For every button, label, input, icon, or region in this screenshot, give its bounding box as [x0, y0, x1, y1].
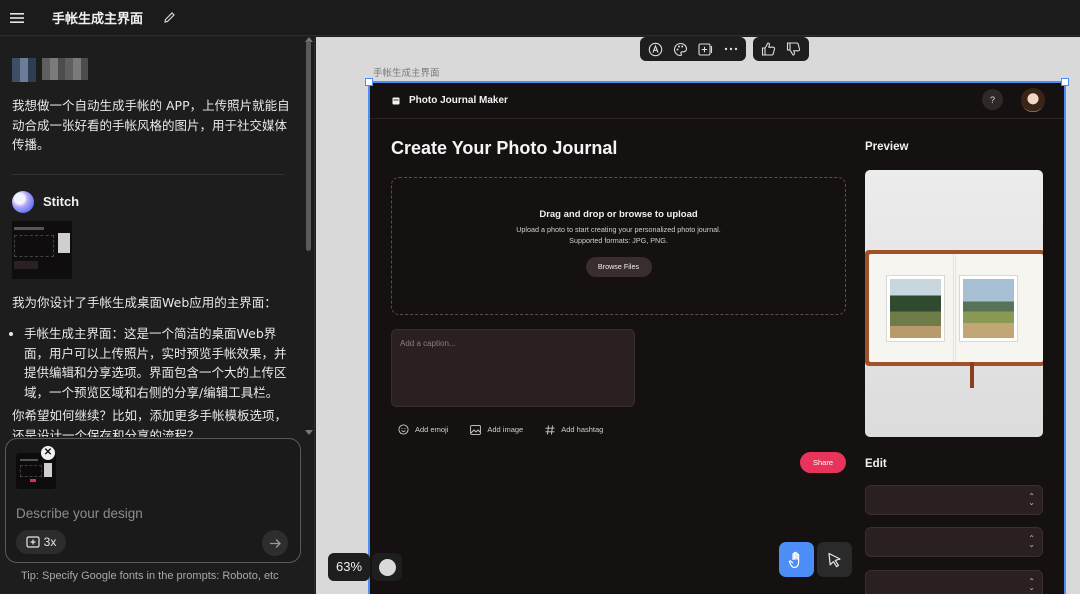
- user-identity: [12, 58, 293, 82]
- open-journal-illustration: [865, 250, 1043, 366]
- remove-attachment-icon[interactable]: ✕: [41, 446, 55, 460]
- design-canvas[interactable]: 手帐生成主界面 Photo Journal Maker ? Create You…: [316, 37, 1080, 594]
- edit-select-1[interactable]: ⌃ ⌄: [865, 485, 1043, 515]
- toolbar-edit-group: [640, 37, 746, 61]
- select-chevrons-icon: ⌃ ⌄: [1028, 492, 1035, 507]
- theme-toggle[interactable]: [372, 553, 402, 581]
- resize-handle-top-left[interactable]: [365, 78, 373, 86]
- palette-icon[interactable]: [668, 37, 693, 61]
- thumbs-up-icon[interactable]: [756, 37, 781, 61]
- dropzone-formats: Supported formats: JPG, PNG.: [569, 236, 668, 245]
- journal-photo-right: [960, 276, 1017, 341]
- send-button[interactable]: [262, 530, 288, 556]
- add-hashtag-button[interactable]: Add hashtag: [545, 424, 603, 435]
- user-message: 我想做一个自动生成手帐的 APP，上传照片就能自动合成一张好看的手帐风格的图片，…: [12, 98, 290, 152]
- screen-frame[interactable]: Photo Journal Maker ? Create Your Photo …: [368, 81, 1066, 594]
- emoji-icon: [398, 424, 409, 435]
- font-icon[interactable]: [643, 37, 668, 61]
- variants-button[interactable]: 3x: [16, 530, 66, 554]
- caption-tools: Add emoji Add image Add hashtag: [398, 424, 603, 435]
- add-image-button[interactable]: Add image: [470, 424, 523, 435]
- add-screen-icon[interactable]: [693, 37, 718, 61]
- bot-identity: Stitch: [12, 190, 293, 213]
- project-title: 手帐生成主界面: [52, 12, 144, 27]
- user-name-blurred: [42, 58, 88, 80]
- bot-question: 你希望如何继续？比如，添加更多手帐模板选项，还是设计一个保存和分享的流程？: [12, 408, 288, 437]
- bot-intro: 我为你设计了手帐生成桌面Web应用的主界面：: [12, 294, 277, 310]
- select-chevrons-icon: ⌃ ⌄: [1028, 534, 1035, 549]
- toolbar-feedback-group: [753, 37, 809, 61]
- share-button[interactable]: Share: [800, 452, 846, 473]
- stitch-avatar: [12, 190, 34, 213]
- journal-preview: [865, 170, 1043, 437]
- hand-tool-button[interactable]: [779, 542, 814, 577]
- upload-dropzone[interactable]: Drag and drop or browse to upload Upload…: [391, 177, 846, 315]
- design-thumbnail[interactable]: [12, 220, 72, 279]
- cursor-icon: [828, 552, 841, 567]
- journal-photo-left: [887, 276, 944, 341]
- caption-box[interactable]: [391, 329, 635, 407]
- add-image-label: Add image: [487, 425, 524, 434]
- user-avatar: [12, 58, 36, 82]
- caption-input[interactable]: [400, 339, 620, 348]
- add-screen-icon: [26, 536, 40, 548]
- select-chevrons-icon: ⌃ ⌄: [1028, 577, 1035, 592]
- select-tool-button[interactable]: [817, 542, 852, 577]
- canvas-toolbar: [640, 37, 809, 61]
- add-hashtag-label: Add hashtag: [561, 425, 604, 434]
- edit-select-3[interactable]: ⌃ ⌄: [865, 570, 1043, 594]
- bot-bullet: 手帐生成主界面：这是一个简洁的桌面Web界面，用户可以上传照片，实时预览手帐效果…: [24, 324, 293, 402]
- add-emoji-button[interactable]: Add emoji: [398, 424, 448, 435]
- edit-heading: Edit: [865, 458, 887, 470]
- dropzone-title: Drag and drop or browse to upload: [539, 209, 698, 220]
- prompt-tip: Tip: Specify Google fonts in the prompts…: [21, 570, 279, 582]
- bookmark-ribbon: [970, 362, 974, 388]
- browse-files-button[interactable]: Browse Files: [585, 257, 652, 277]
- zoom-level[interactable]: 63%: [328, 553, 370, 581]
- hashtag-icon: [545, 424, 555, 435]
- variants-count: 3x: [43, 535, 57, 549]
- prompt-input[interactable]: [16, 503, 256, 523]
- prompt-box: ✕ 3x: [5, 438, 301, 563]
- add-emoji-label: Add emoji: [415, 425, 449, 434]
- arrow-right-icon: [269, 538, 281, 548]
- chat-panel: 我想做一个自动生成手帐的 APP，上传照片就能自动合成一张好看的手帐风格的图片，…: [0, 37, 315, 594]
- resize-handle-top-right[interactable]: [1061, 78, 1069, 86]
- hamburger-menu-icon[interactable]: [0, 0, 34, 36]
- thumbs-down-icon[interactable]: [781, 37, 806, 61]
- chat-scrollbar[interactable]: [306, 41, 311, 251]
- image-icon: [470, 424, 482, 435]
- scroll-down-arrow[interactable]: [305, 430, 313, 435]
- hand-icon: [788, 551, 800, 568]
- chat-history[interactable]: 我想做一个自动生成手帐的 APP，上传照片就能自动合成一张好看的手帐风格的图片，…: [0, 37, 305, 437]
- bot-name: Stitch: [43, 194, 80, 209]
- circle-icon: [378, 558, 396, 576]
- app-name: Photo Journal Maker: [409, 95, 508, 106]
- app-header: Photo Journal Maker: [370, 83, 1064, 119]
- preview-heading: Preview: [865, 141, 909, 153]
- avatar[interactable]: [1021, 88, 1045, 112]
- more-icon[interactable]: [718, 37, 743, 61]
- edit-select-2[interactable]: ⌃ ⌄: [865, 527, 1043, 557]
- pencil-icon[interactable]: [161, 10, 177, 26]
- divider: [12, 173, 284, 175]
- dropzone-description: Upload a photo to start creating your pe…: [516, 225, 721, 234]
- bot-bullet-list: 手帐生成主界面：这是一个简洁的桌面Web界面，用户可以上传照片，实时预览手帐效果…: [12, 324, 293, 402]
- page-title: Create Your Photo Journal: [391, 138, 618, 158]
- help-icon[interactable]: ?: [982, 89, 1003, 110]
- app-logo-icon: [392, 97, 400, 104]
- frame-label[interactable]: 手帐生成主界面: [373, 65, 440, 79]
- top-bar: 手帐生成主界面: [0, 0, 1080, 36]
